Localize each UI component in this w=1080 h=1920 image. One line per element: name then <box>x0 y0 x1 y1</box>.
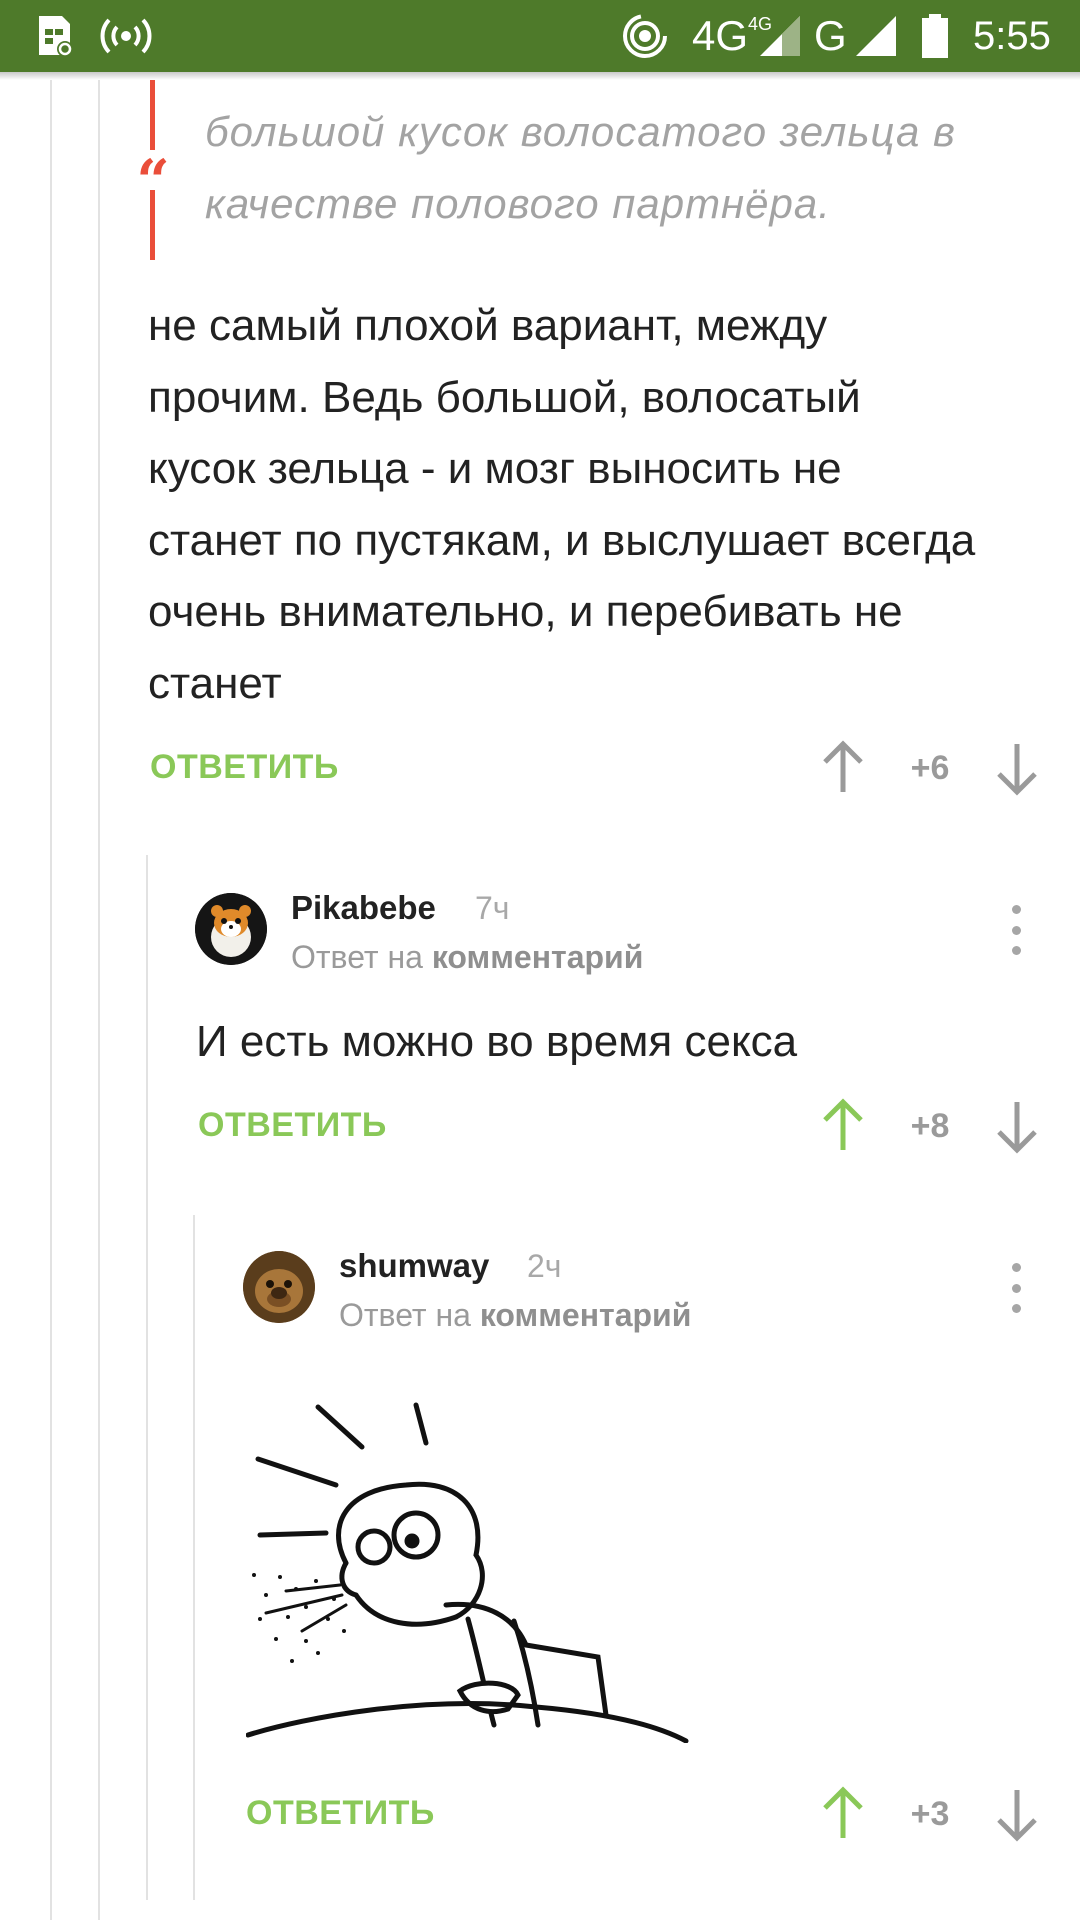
hamster-avatar-icon <box>195 893 267 965</box>
more-options-icon[interactable] <box>1006 1263 1026 1313</box>
score: +6 <box>910 749 950 787</box>
comment-text: не самый плохой вариант, между прочим. В… <box>148 301 976 708</box>
status-bar-shadow <box>0 72 1080 80</box>
thread-line-level-3 <box>193 1215 195 1900</box>
signal-1-icon <box>758 0 802 72</box>
upvote-arrow-icon[interactable] <box>819 740 867 796</box>
comment-text: И есть можно во время секса <box>196 1017 798 1066</box>
reply-button[interactable]: ОТВЕТИТЬ <box>246 1794 435 1833</box>
signal-2-icon <box>854 0 898 72</box>
timestamp: 2ч <box>527 1248 562 1284</box>
upvote-arrow-icon[interactable] <box>819 1098 867 1154</box>
upvote-arrow-icon[interactable] <box>819 1786 867 1842</box>
quote-text: большой кусок волосатого зельца в качест… <box>205 108 956 227</box>
downvote-arrow-icon[interactable] <box>993 740 1041 796</box>
hotspot-icon <box>100 0 152 72</box>
avatar[interactable] <box>195 893 267 965</box>
more-options-icon[interactable] <box>1006 905 1026 955</box>
score: +3 <box>910 1795 950 1833</box>
nfc-wifi-icon <box>622 0 668 72</box>
reply-to-prefix: Ответ на <box>339 1297 471 1333</box>
avatar[interactable] <box>243 1251 315 1323</box>
reply-to-link[interactable]: комментарий <box>480 1297 692 1333</box>
reply-button[interactable]: ОТВЕТИТЬ <box>198 1106 387 1145</box>
alf-avatar-icon <box>243 1251 315 1323</box>
downvote-arrow-icon[interactable] <box>993 1098 1041 1154</box>
comment-image[interactable] <box>245 1395 786 1744</box>
quote-mark-icon: “ <box>136 147 170 215</box>
author-name[interactable]: shumway <box>339 1247 489 1285</box>
reply-to-prefix: Ответ на <box>291 939 423 975</box>
sim-settings-icon <box>36 0 76 72</box>
reply-button[interactable]: ОТВЕТИТЬ <box>150 748 339 787</box>
thread-line-level-1 <box>98 80 100 1920</box>
thread-line-level-0 <box>50 80 52 1920</box>
battery-icon <box>920 0 950 72</box>
clock: 5:55 <box>973 13 1051 58</box>
thread-line-level-2 <box>146 855 148 1900</box>
reply-to-link[interactable]: комментарий <box>432 939 644 975</box>
network-type-2: G <box>814 12 847 59</box>
reply-to-meta: Ответ на комментарий <box>339 1297 691 1334</box>
reply-to-meta: Ответ на комментарий <box>291 939 643 976</box>
cereal-guy-meme-icon <box>245 1402 689 1744</box>
downvote-arrow-icon[interactable] <box>993 1786 1041 1842</box>
author-name[interactable]: Pikabebe <box>291 889 436 927</box>
score: +8 <box>910 1107 950 1145</box>
status-bar: 4G 4G G 5:55 <box>0 0 1080 72</box>
timestamp: 7ч <box>475 890 510 926</box>
